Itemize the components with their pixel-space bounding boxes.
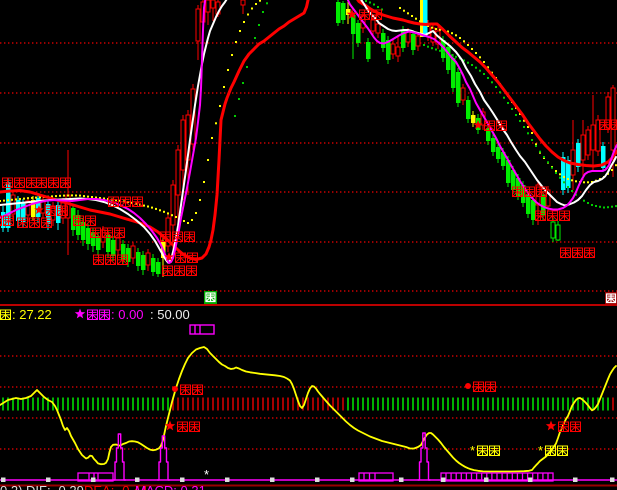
svg-text:: 27.22: : 27.22 — [12, 307, 52, 322]
svg-text:MACD: 0.31: MACD: 0.31 — [135, 483, 206, 490]
svg-text:0.2) DIF: -0.29: 0.2) DIF: -0.29 — [0, 483, 84, 490]
svg-text:: 0.00: : 0.00 — [111, 307, 144, 322]
svg-text:: 50.00: : 50.00 — [150, 307, 190, 322]
svg-text:*: * — [204, 467, 209, 482]
svg-text:*: * — [470, 443, 475, 458]
svg-text:*: * — [538, 443, 543, 458]
